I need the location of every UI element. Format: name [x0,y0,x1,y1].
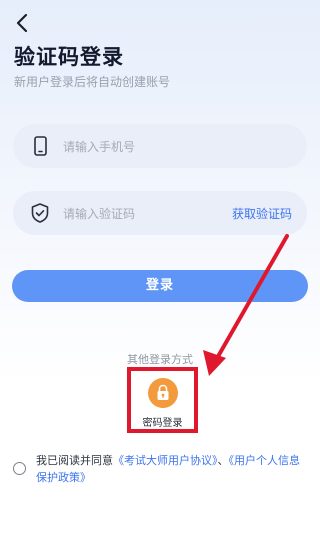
agreement-separator: 、 [217,454,229,467]
user-agreement-link[interactable]: 《考试大师用户协议》 [113,454,218,467]
agreement-text: 我已阅读并同意《考试大师用户协议》、《用户个人信息保护政策》 [36,452,308,486]
agree-radio[interactable] [13,462,26,475]
agreement-prefix: 我已阅读并同意 [36,454,113,467]
